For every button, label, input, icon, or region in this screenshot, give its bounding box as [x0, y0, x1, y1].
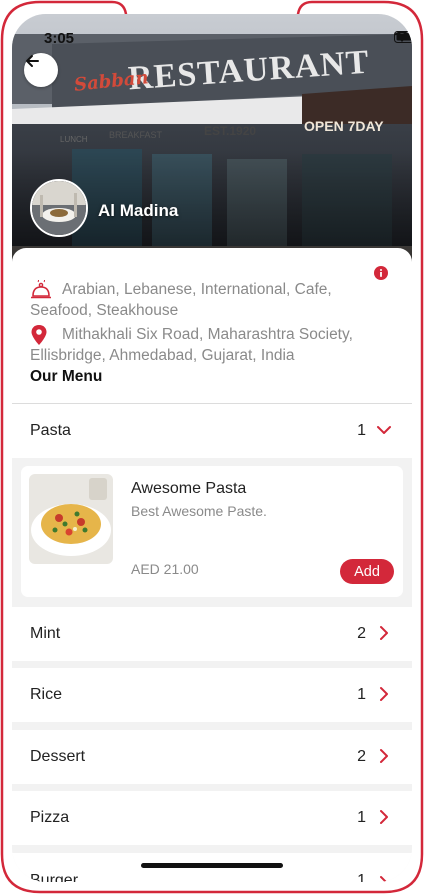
category-row-pasta[interactable]: Pasta 1: [12, 404, 412, 458]
category-count: 2: [357, 748, 366, 765]
restaurant-info-card: Arabian, Lebanese, International, Cafe, …: [12, 248, 412, 404]
location-pin-icon: [31, 325, 47, 345]
restaurant-name: Al Madina: [98, 201, 179, 220]
chevron-right-icon: [380, 876, 388, 882]
category-row-pizza[interactable]: Pizza 1: [12, 791, 412, 845]
chevron-right-icon: [380, 687, 388, 701]
back-button[interactable]: [24, 53, 58, 87]
category-count: 2: [357, 625, 366, 642]
awning-label-est: EST.1920: [204, 124, 257, 138]
battery-icon: [394, 31, 412, 43]
category-items-pasta: Awesome Pasta Best Awesome Paste. AED 21…: [12, 459, 412, 605]
cuisine-list: Arabian, Lebanese, International, Cafe, …: [30, 281, 332, 319]
chevron-right-icon: [380, 626, 388, 640]
home-indicator[interactable]: [141, 863, 283, 868]
item-description: Best Awesome Paste.: [131, 503, 267, 519]
address-text: Mithakhali Six Road, Maharashtra Society…: [30, 326, 353, 364]
back-arrow-icon: [26, 55, 39, 67]
category-name: Mint: [30, 625, 61, 642]
app-screen: RESTAURANT Sabban LUNCH BREAKFAST EST.19…: [12, 14, 412, 882]
chevron-right-icon: [380, 810, 388, 824]
address-row: Mithakhali Six Road, Maharashtra Society…: [30, 324, 360, 366]
category-row-dessert[interactable]: Dessert 2: [12, 730, 412, 784]
restaurant-hero-image: RESTAURANT Sabban LUNCH BREAKFAST EST.19…: [12, 14, 412, 264]
info-icon[interactable]: [374, 266, 388, 280]
category-name: Pizza: [30, 809, 70, 826]
category-row-rice[interactable]: Rice 1: [12, 668, 412, 722]
category-name: Dessert: [30, 748, 86, 765]
add-to-cart-button[interactable]: Add: [340, 559, 394, 584]
category-name: Rice: [30, 686, 63, 703]
awning-label-lunch: LUNCH: [60, 135, 88, 144]
category-row-mint[interactable]: Mint 2: [12, 607, 412, 661]
menu-item-card[interactable]: Awesome Pasta Best Awesome Paste. AED 21…: [21, 466, 403, 597]
status-time: 3:05: [44, 30, 75, 47]
category-count: 1: [357, 686, 366, 703]
category-count: 1: [357, 809, 366, 826]
item-title: Awesome Pasta: [131, 480, 247, 497]
item-price: AED 21.00: [131, 561, 199, 577]
chevron-down-icon: [377, 426, 391, 434]
chevron-right-icon: [380, 749, 388, 763]
item-image: [29, 474, 113, 564]
category-name: Burger: [30, 872, 79, 882]
cuisine-row: Arabian, Lebanese, International, Cafe, …: [30, 279, 360, 321]
food-cloche-icon: [31, 280, 51, 299]
category-count: 1: [357, 422, 366, 439]
our-menu-heading: Our Menu: [30, 368, 103, 385]
restaurant-avatar: [30, 179, 88, 237]
category-name: Pasta: [30, 422, 71, 439]
awning-label-open: OPEN 7DAY: [304, 118, 384, 134]
awning-label-breakfast: BREAKFAST: [109, 130, 163, 140]
category-count: 1: [357, 872, 366, 882]
